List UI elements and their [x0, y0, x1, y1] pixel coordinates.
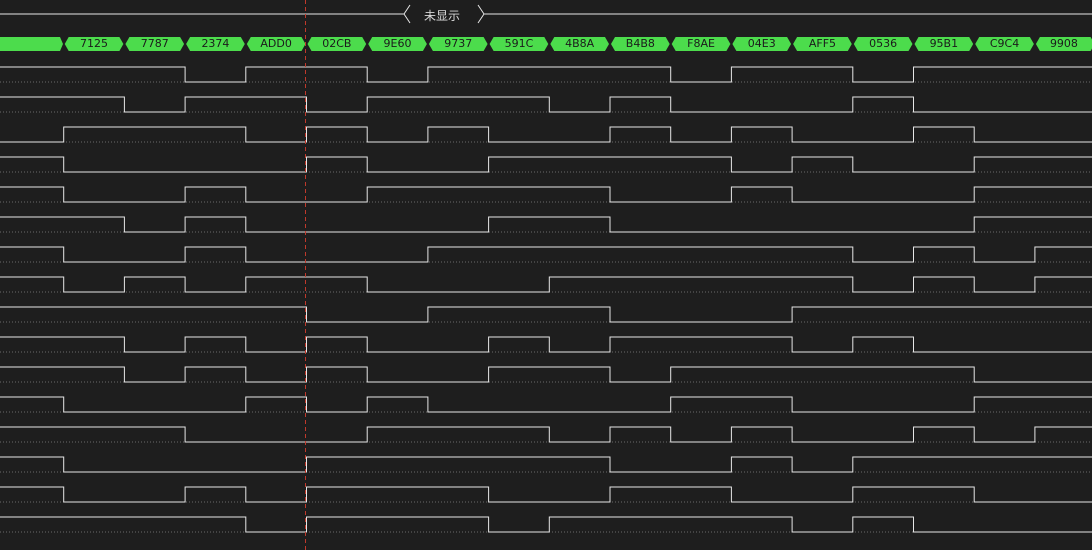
- channel-13-trace[interactable]: [0, 456, 1092, 473]
- channel-6-trace[interactable]: [0, 246, 1092, 263]
- channel-15-trace[interactable]: [0, 516, 1092, 533]
- bus-value-label: B4B8: [625, 37, 655, 50]
- bus-value-label: 2374: [201, 37, 230, 50]
- bus-value-label: 7125: [80, 37, 109, 50]
- bus-value-label: C9C4: [989, 37, 1020, 50]
- channel-0-trace[interactable]: [0, 66, 1092, 83]
- channel-1-trace[interactable]: [0, 96, 1092, 113]
- channel-12-trace[interactable]: [0, 426, 1092, 443]
- channel-5-trace[interactable]: [0, 216, 1092, 233]
- logic-analyzer-view[interactable]: 未显示 7125 7787 2374 ADD0 02CB 9E60 9737 591C 4B8A…: [0, 0, 1092, 550]
- channel-2-trace[interactable]: [0, 126, 1092, 143]
- bus-segment-start[interactable]: [0, 37, 63, 51]
- channel-8-trace[interactable]: [0, 306, 1092, 323]
- channel-7-trace[interactable]: [0, 276, 1092, 293]
- bus-value-label: 4B8A: [565, 37, 595, 50]
- bus-value-label: 9908: [1049, 37, 1078, 50]
- bus-value-label: 0536: [869, 37, 898, 50]
- bus-value-label: 9E60: [383, 37, 412, 50]
- channel-14-trace[interactable]: [0, 486, 1092, 503]
- bus-value-label: F8AE: [687, 37, 715, 50]
- bus-value-label: AFF5: [808, 37, 837, 50]
- channel-11-trace[interactable]: [0, 396, 1092, 413]
- bus-value-label: 7787: [140, 37, 169, 50]
- hidden-bracket-left: [403, 4, 411, 24]
- bus-value-label: 9737: [444, 37, 473, 50]
- bus-value-label: ADD0: [260, 37, 292, 50]
- channel-10-trace[interactable]: [0, 366, 1092, 383]
- bus-value-label: 95B1: [929, 37, 959, 50]
- channel-9-trace[interactable]: [0, 336, 1092, 353]
- bus-value-label: 02CB: [322, 37, 352, 50]
- hidden-bracket-right: [477, 4, 485, 24]
- bus-value-label: 04E3: [747, 37, 776, 50]
- channel-3-trace[interactable]: [0, 156, 1092, 173]
- bus-value-label: 591C: [504, 37, 534, 50]
- waveform-canvas[interactable]: [0, 0, 1092, 550]
- hidden-region-label: 未显示: [423, 9, 460, 23]
- channel-4-trace[interactable]: [0, 186, 1092, 203]
